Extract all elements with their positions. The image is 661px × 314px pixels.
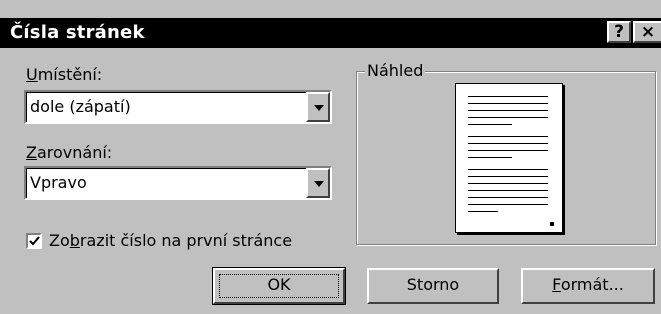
dialog-title: Čísla stránek — [10, 22, 145, 43]
alignment-label-accel: Z — [26, 143, 37, 162]
preview-text-line — [468, 197, 548, 198]
preview-page — [455, 83, 563, 233]
position-dropdown-button[interactable] — [306, 92, 330, 122]
close-icon: × — [640, 22, 656, 42]
preview-text-line — [468, 143, 548, 144]
preview-text-line — [468, 190, 548, 191]
preview-text-line — [468, 157, 512, 158]
preview-label: Náhled — [365, 61, 426, 81]
help-icon: ? — [614, 22, 624, 42]
preview-text-line — [468, 103, 548, 104]
cancel-button-label: Storno — [406, 275, 460, 294]
preview-text-line — [468, 117, 548, 118]
alignment-label: Zarovnání: — [26, 143, 112, 163]
first-page-number-label[interactable]: Zobrazit číslo na první stránce — [49, 231, 292, 251]
preview-text-line — [468, 150, 548, 151]
position-select[interactable]: dole (zápatí) — [24, 90, 332, 124]
preview-text-line — [468, 204, 548, 205]
alignment-select[interactable]: Vpravo — [24, 166, 332, 200]
page-numbers-dialog: Čísla stránek ? × Umístění: dole (zápatí… — [0, 0, 661, 314]
first-page-number-checkbox[interactable] — [26, 233, 42, 249]
preview-text-line — [468, 110, 548, 111]
cancel-button[interactable]: Storno — [367, 268, 499, 304]
help-button[interactable]: ? — [607, 21, 631, 43]
position-label-accel: U — [26, 65, 38, 84]
preview-text-line — [468, 96, 548, 97]
preview-text-line — [468, 176, 548, 177]
ok-button[interactable]: OK — [212, 267, 346, 305]
format-button-accel: F — [552, 275, 561, 294]
preview-text-line — [468, 183, 548, 184]
preview-text-line — [468, 211, 498, 212]
position-label-text: místění: — [37, 65, 103, 84]
checkbox-label-accel: b — [69, 231, 80, 250]
checkmark-icon — [29, 236, 40, 246]
format-button-label: ormát... — [560, 275, 624, 294]
preview-page-number — [550, 222, 554, 226]
position-label: Umístění: — [26, 65, 102, 85]
close-button[interactable]: × — [633, 21, 661, 43]
focus-rectangle — [219, 274, 339, 298]
alignment-dropdown-button[interactable] — [306, 168, 330, 198]
checkbox-label-post: razit číslo na první stránce — [79, 231, 293, 250]
preview-text-line — [468, 136, 548, 137]
chevron-down-icon — [314, 105, 324, 111]
preview-text-line — [468, 169, 548, 170]
alignment-label-text: arovnání: — [36, 143, 113, 162]
title-bar[interactable]: Čísla stránek ? × — [0, 18, 661, 48]
preview-text-line — [468, 124, 512, 125]
alignment-select-value: Vpravo — [30, 173, 87, 192]
checkbox-label-pre: Zo — [49, 231, 70, 250]
format-button[interactable]: Formát... — [521, 268, 655, 304]
position-select-value: dole (zápatí) — [30, 97, 131, 116]
chevron-down-icon — [314, 181, 324, 187]
